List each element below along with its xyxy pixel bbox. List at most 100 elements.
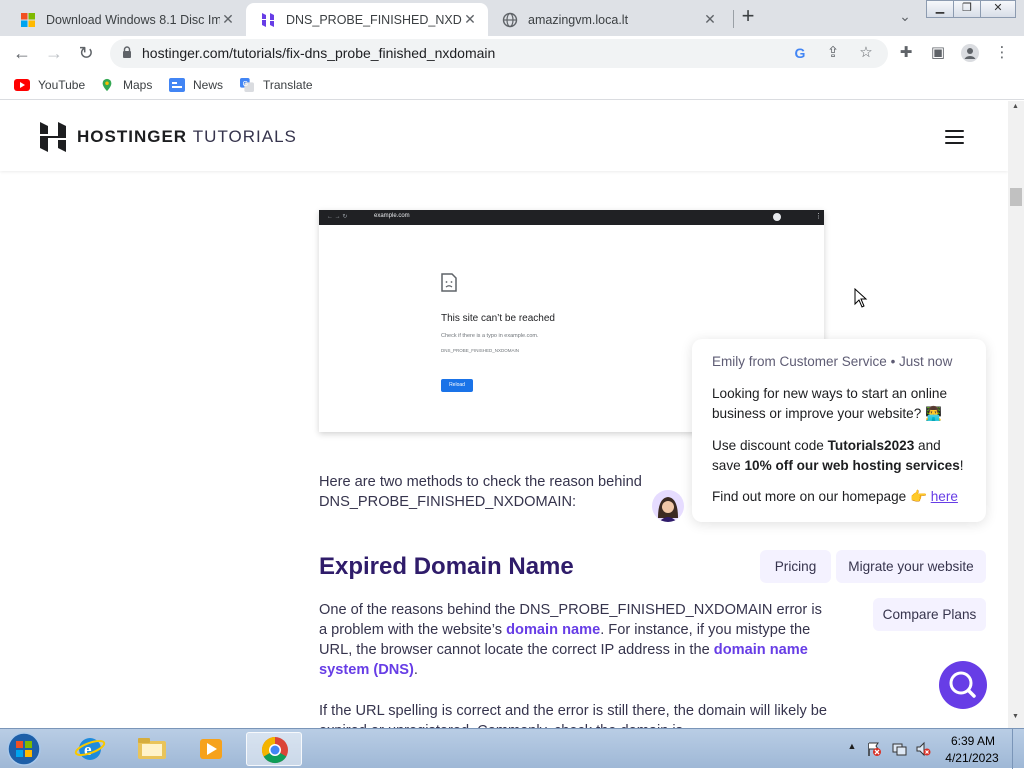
minimize-window-button[interactable]: ▁ — [926, 0, 954, 18]
share-icon[interactable]: ⇪ — [821, 41, 845, 65]
forward-arrow-icon[interactable]: → — [42, 41, 66, 65]
internet-explorer-icon: e — [74, 738, 106, 760]
bookmark-label: News — [193, 78, 224, 92]
logo-bold-text: HOSTINGER — [77, 127, 188, 146]
bookmark-label: Maps — [123, 78, 153, 92]
volume-muted-icon[interactable] — [915, 741, 931, 757]
google-lens-icon[interactable]: G — [788, 41, 812, 65]
address-bar[interactable]: hostinger.com/tutorials/fix-dns_probe_fi… — [110, 39, 888, 68]
taskbar-chrome[interactable] — [246, 732, 302, 766]
taskbar-media-player[interactable] — [184, 732, 240, 766]
bookmarks-bar: YouTube Maps News G Translate — [0, 70, 1024, 100]
globe-icon — [502, 12, 518, 27]
maps-icon — [102, 78, 112, 92]
scrollbar-thumb[interactable] — [1010, 188, 1022, 206]
illustration-subtitle: Check if there is a typo in example.com. — [441, 333, 539, 339]
domain-name-link[interactable]: domain name — [506, 622, 600, 638]
hostinger-logo-icon[interactable] — [40, 122, 66, 152]
youtube-icon — [14, 79, 30, 91]
illustration-menu-icon: ⋮ — [815, 213, 822, 220]
windows-taskbar: e ▲ 6:39 AM 4/21/2023 — [0, 728, 1024, 769]
news-icon — [169, 78, 185, 92]
url-text: hostinger.com/tutorials/fix-dns_probe_fi… — [142, 45, 496, 61]
tab-strip: Download Windows 8.1 Disc Ima ✕ DNS_PROB… — [0, 0, 1024, 36]
scroll-up-arrow-icon[interactable]: ▲ — [1012, 103, 1019, 110]
bookmark-youtube[interactable]: YouTube — [14, 76, 85, 94]
profile-avatar-icon[interactable] — [958, 41, 982, 65]
taskbar-internet-explorer[interactable]: e — [62, 732, 118, 766]
close-tab-icon[interactable]: ✕ — [462, 11, 478, 28]
chat-sender: Emily from Customer Service • Just now — [712, 354, 952, 369]
close-window-button[interactable]: ✕ — [980, 0, 1016, 18]
migrate-website-quick-link[interactable]: Migrate your website — [836, 550, 986, 583]
bookmark-translate[interactable]: G Translate — [239, 76, 313, 94]
clock-time[interactable]: 6:39 AM — [948, 734, 998, 748]
reload-icon[interactable]: ↻ — [74, 41, 98, 65]
section-heading: Expired Domain Name — [319, 553, 574, 580]
site-header: HOSTINGER TUTORIALS — [0, 101, 1008, 171]
bookmark-maps[interactable]: Maps — [99, 76, 152, 94]
illustration-nav-icons: ← → ↻ — [327, 214, 348, 220]
chat-text: Use discount code — [712, 438, 828, 453]
page-scrollbar[interactable]: ▲ ▼ — [1008, 101, 1024, 728]
pricing-quick-link[interactable]: Pricing — [760, 550, 831, 583]
browser-toolbar: ← → ↻ hostinger.com/tutorials/fix-dns_pr… — [0, 36, 1024, 70]
illustration-error-code: DNS_PROBE_FINISHED_NXDOMAIN — [441, 348, 520, 353]
close-tab-icon[interactable]: ✕ — [220, 11, 236, 28]
svg-text:G: G — [243, 81, 248, 88]
windows-logo-icon — [21, 12, 35, 27]
homepage-link[interactable]: here — [931, 489, 958, 504]
taskbar-file-explorer[interactable] — [124, 732, 180, 766]
new-tab-plus-icon[interactable]: + — [736, 4, 760, 28]
network-icon[interactable] — [891, 741, 907, 757]
chat-message-line: Find out more on our homepage 👉 here — [712, 487, 972, 507]
more-menu-icon[interactable]: ⋮ — [990, 41, 1014, 65]
chrome-icon — [261, 736, 288, 764]
bookmark-star-icon[interactable]: ☆ — [854, 41, 878, 65]
agent-avatar[interactable] — [652, 490, 684, 522]
translate-icon: G — [240, 78, 254, 92]
agent-face-icon — [658, 497, 678, 522]
scroll-down-arrow-icon[interactable]: ▼ — [1012, 713, 1019, 720]
back-arrow-icon[interactable]: ← — [10, 41, 34, 65]
chat-text: Find out more on our homepage 👉 — [712, 489, 931, 504]
bookmark-news[interactable]: News — [169, 76, 223, 94]
discount-offer: 10% off our web hosting services — [744, 458, 960, 473]
tab-amazingvm[interactable]: amazingvm.loca.lt ✕ — [488, 3, 728, 36]
chat-sender-name: Emily from Customer Service — [712, 354, 887, 369]
site-logo-text[interactable]: HOSTINGER TUTORIALS — [77, 127, 297, 147]
search-chat-button[interactable] — [939, 661, 987, 709]
bookmark-label: Translate — [263, 78, 313, 92]
chat-message-line: Use discount code Tutorials2023 and save… — [712, 436, 972, 476]
illustration-url: example.com — [374, 213, 410, 219]
hamburger-menu-icon[interactable] — [945, 130, 964, 144]
page-viewport: HOSTINGER TUTORIALS ← → ↻ example.com ⋮ … — [0, 101, 1008, 728]
close-tab-icon[interactable]: ✕ — [702, 11, 718, 28]
clock-date[interactable]: 4/21/2023 — [940, 751, 1004, 765]
chat-timestamp: • Just now — [890, 354, 953, 369]
tab-search-chevron-down-icon[interactable]: ⌄ — [893, 4, 917, 28]
chat-text: ! — [959, 458, 964, 473]
show-desktop-button[interactable] — [1012, 729, 1024, 769]
tab-windows-download[interactable]: Download Windows 8.1 Disc Ima ✕ — [6, 3, 246, 36]
restore-window-button[interactable]: ❐ — [953, 0, 981, 18]
tab-title: DNS_PROBE_FINISHED_NXDOM — [286, 12, 462, 27]
logo-light-text: TUTORIALS — [192, 127, 297, 146]
side-panel-icon[interactable]: ▣ — [926, 41, 950, 65]
action-center-flag-icon[interactable] — [866, 741, 882, 757]
tab-title: amazingvm.loca.lt — [528, 12, 629, 27]
extensions-puzzle-icon[interactable]: ✚ — [894, 41, 918, 65]
compare-plans-quick-link[interactable]: Compare Plans — [873, 598, 986, 631]
hostinger-logo-icon — [262, 12, 274, 27]
lock-icon — [123, 46, 131, 58]
media-player-icon — [200, 739, 222, 759]
windows-start-orb-icon — [7, 732, 41, 766]
start-button[interactable] — [4, 730, 44, 768]
methods-paragraph: Here are two methods to check the reason… — [319, 474, 642, 510]
url-spelling-paragraph: If the URL spelling is correct and the e… — [319, 703, 828, 728]
show-hidden-icons-up-arrow-icon[interactable]: ▲ — [844, 741, 860, 757]
chat-message-popup[interactable]: Emily from Customer Service • Just now L… — [692, 339, 986, 522]
tab-dns-probe[interactable]: DNS_PROBE_FINISHED_NXDOM ✕ — [246, 3, 488, 36]
bookmark-label: YouTube — [38, 78, 86, 92]
illustration-reload-button: Reload — [441, 379, 473, 392]
